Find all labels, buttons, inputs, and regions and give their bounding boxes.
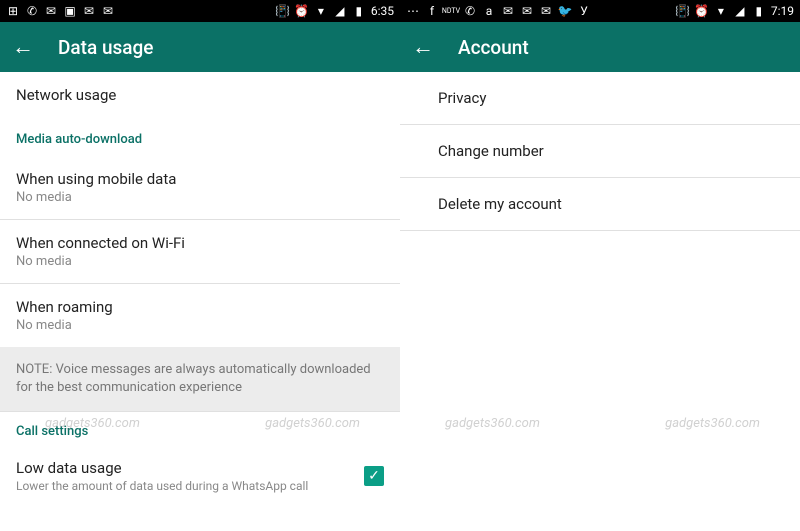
watermark: gadgets360.com	[665, 416, 760, 431]
back-arrow-icon[interactable]: ←	[12, 34, 34, 60]
item-title: When using mobile data	[16, 170, 384, 188]
item-roaming[interactable]: When roaming No media	[0, 284, 400, 347]
item-subtitle: Lower the amount of data used during a W…	[16, 479, 364, 493]
status-right-icons: 📳 ⏰ ▾ ◢ ▮ 7:19	[676, 4, 794, 18]
status-right-icons: 📳 ⏰ ▾ ◢ ▮ 6:35	[276, 4, 394, 18]
item-title: Delete my account	[438, 195, 762, 213]
item-delete-account[interactable]: Delete my account	[400, 178, 800, 231]
mail-icon: ✉	[101, 4, 115, 18]
screen-data-usage: ⊞ ✆ ✉ ▣ ✉ ✉ 📳 ⏰ ▾ ◢ ▮ 6:35 ← Data usage …	[0, 0, 400, 531]
amazon-icon: a	[482, 4, 496, 18]
item-title: Privacy	[438, 89, 762, 107]
battery-icon: ▮	[352, 4, 366, 18]
signal-icon: ◢	[333, 4, 347, 18]
alarm-icon: ⏰	[295, 4, 309, 18]
facebook-icon: f	[425, 4, 439, 18]
ndtv-icon: NDTV	[444, 4, 458, 18]
item-network-usage[interactable]: Network usage	[0, 72, 400, 118]
status-left-icons: ⊞ ✆ ✉ ▣ ✉ ✉	[6, 4, 115, 18]
checkbox-low-data[interactable]: ✓	[364, 466, 384, 486]
mail-icon: ✉	[520, 4, 534, 18]
settings-content: Privacy Change number Delete my account	[400, 72, 800, 231]
signal-icon: ◢	[733, 4, 747, 18]
alarm-icon: ⏰	[695, 4, 709, 18]
page-title: Account	[458, 36, 529, 59]
item-title: When roaming	[16, 298, 384, 316]
screen-account: ⋯ f NDTV ✆ a ✉ ✉ ✉ 🐦 У 📳 ⏰ ▾ ◢ ▮ 7:19 ← …	[400, 0, 800, 531]
status-left-icons: ⋯ f NDTV ✆ a ✉ ✉ ✉ 🐦 У	[406, 4, 591, 18]
battery-icon: ▮	[752, 4, 766, 18]
item-wifi[interactable]: When connected on Wi-Fi No media	[0, 220, 400, 284]
item-subtitle: No media	[16, 190, 384, 205]
status-bar: ⊞ ✆ ✉ ▣ ✉ ✉ 📳 ⏰ ▾ ◢ ▮ 6:35	[0, 0, 400, 22]
vibrate-icon: 📳	[276, 4, 290, 18]
section-call-settings: Call settings	[0, 411, 400, 447]
vibrate-icon: 📳	[676, 4, 690, 18]
item-subtitle: No media	[16, 254, 384, 269]
app-bar: ← Data usage	[0, 22, 400, 72]
item-title: Change number	[438, 142, 762, 160]
app-bar: ← Account	[400, 22, 800, 72]
mail-icon: ✉	[501, 4, 515, 18]
wifi-icon: ▾	[314, 4, 328, 18]
whatsapp-icon: ✆	[463, 4, 477, 18]
status-bar: ⋯ f NDTV ✆ a ✉ ✉ ✉ 🐦 У 📳 ⏰ ▾ ◢ ▮ 7:19	[400, 0, 800, 22]
item-low-data-usage[interactable]: Low data usage Lower the amount of data …	[0, 447, 400, 505]
settings-content: Network usage Media auto-download When u…	[0, 72, 400, 505]
more-icon: ⋯	[406, 4, 420, 18]
item-mobile-data[interactable]: When using mobile data No media	[0, 155, 400, 220]
whatsapp-icon: ✆	[25, 4, 39, 18]
item-title: Low data usage	[16, 459, 364, 477]
item-subtitle: No media	[16, 318, 384, 333]
item-title: Network usage	[16, 86, 384, 104]
section-media-autodownload: Media auto-download	[0, 118, 400, 155]
status-time: 7:19	[771, 4, 794, 18]
mail-icon: ✉	[44, 4, 58, 18]
item-title: When connected on Wi-Fi	[16, 234, 384, 252]
mail-icon: ✉	[539, 4, 553, 18]
status-time: 6:35	[371, 4, 394, 18]
item-change-number[interactable]: Change number	[400, 125, 800, 178]
mail-icon: ✉	[82, 4, 96, 18]
note-voice-messages: NOTE: Voice messages are always automati…	[0, 347, 400, 411]
back-arrow-icon[interactable]: ←	[412, 34, 434, 60]
wifi-icon: ▾	[714, 4, 728, 18]
image-icon: ▣	[63, 4, 77, 18]
windows-icon: ⊞	[6, 4, 20, 18]
y-icon: У	[577, 4, 591, 18]
item-privacy[interactable]: Privacy	[400, 72, 800, 125]
watermark: gadgets360.com	[445, 416, 540, 431]
page-title: Data usage	[58, 36, 153, 59]
twitter-icon: 🐦	[558, 4, 572, 18]
